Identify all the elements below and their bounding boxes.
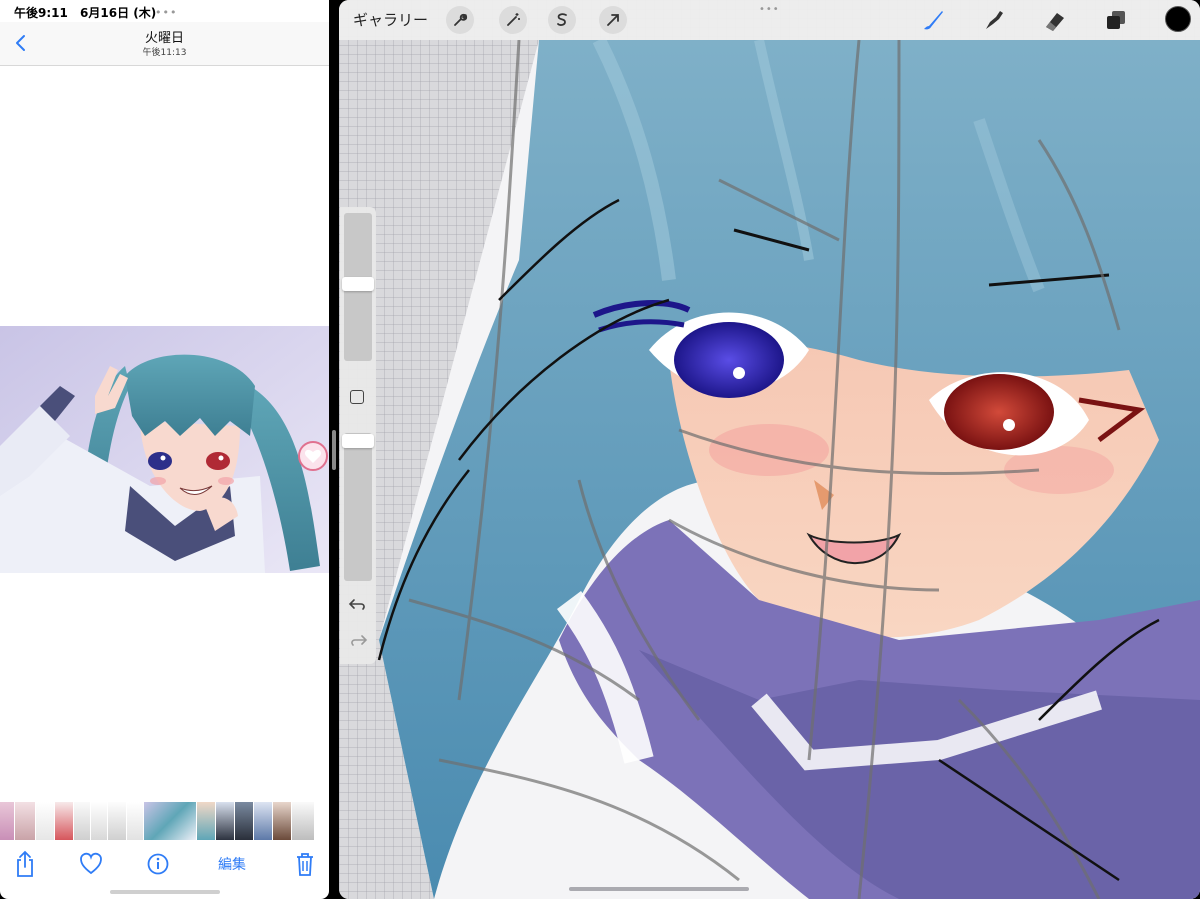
thumbnail[interactable]	[273, 802, 291, 840]
selection-icon[interactable]	[548, 6, 576, 34]
multitasking-dots[interactable]: •••	[759, 4, 780, 15]
smudge-icon[interactable]	[980, 6, 1008, 34]
gallery-button[interactable]: ギャラリー	[353, 9, 428, 30]
photo-preview[interactable]	[0, 326, 329, 573]
brush-sidebar	[340, 207, 376, 664]
nav-title: 火曜日	[144, 31, 184, 46]
home-indicator	[569, 887, 749, 891]
thumbnail[interactable]	[108, 802, 126, 840]
photos-nav-bar: 火曜日 午後11:13	[0, 22, 329, 66]
thumbnail[interactable]	[0, 802, 14, 840]
thumbnail[interactable]	[216, 802, 234, 840]
share-icon[interactable]	[14, 850, 36, 878]
heart-icon[interactable]	[80, 850, 102, 878]
thumbnail[interactable]	[127, 802, 143, 840]
magic-wand-icon[interactable]	[499, 6, 527, 34]
thumbnail[interactable]	[74, 802, 90, 840]
thumbnail[interactable]	[292, 802, 314, 840]
edit-button[interactable]: 編集	[212, 850, 252, 878]
undo-icon[interactable]	[348, 596, 368, 614]
redo-icon[interactable]	[348, 632, 368, 650]
status-bar: 午後9:11 6月16日 (木)	[14, 4, 164, 21]
multitasking-dots[interactable]: •••	[155, 6, 177, 19]
split-view-handle[interactable]	[332, 430, 336, 470]
color-swatch[interactable]	[1165, 6, 1191, 32]
opacity-thumb[interactable]	[342, 434, 374, 448]
transform-arrow-icon[interactable]	[599, 6, 627, 34]
thumbnail[interactable]	[55, 802, 73, 840]
eraser-icon[interactable]	[1041, 6, 1069, 34]
trash-icon[interactable]	[294, 850, 316, 878]
procreate-app-pane: ギャラリー •••	[339, 0, 1200, 899]
nav-subtitle: 午後11:13	[142, 48, 187, 58]
drawing-canvas[interactable]	[339, 0, 1200, 899]
thumbnail-selected[interactable]	[144, 802, 196, 840]
photo-filmstrip[interactable]	[0, 802, 329, 840]
home-indicator	[110, 890, 220, 894]
thumbnail[interactable]	[254, 802, 272, 840]
procreate-toolbar: ギャラリー •••	[339, 0, 1200, 40]
brush-icon[interactable]	[919, 6, 947, 34]
status-date: 6月16日 (木)	[80, 6, 157, 20]
thumbnail[interactable]	[235, 802, 253, 840]
thumbnail[interactable]	[91, 802, 107, 840]
wrench-icon[interactable]	[446, 6, 474, 34]
thumbnail[interactable]	[197, 802, 215, 840]
brush-size-thumb[interactable]	[342, 277, 374, 291]
thumbnail[interactable]	[15, 802, 35, 840]
photos-app-pane: 午後9:11 6月16日 (木) ••• 火曜日 午後11:13 編集	[0, 0, 329, 899]
info-icon[interactable]	[147, 850, 169, 878]
modify-button[interactable]	[350, 390, 364, 404]
status-time: 午後9:11	[14, 6, 68, 20]
photos-toolbar: 編集	[0, 842, 329, 887]
thumbnail[interactable]	[36, 802, 54, 840]
opacity-slider[interactable]	[344, 433, 372, 581]
layers-icon[interactable]	[1102, 6, 1130, 34]
